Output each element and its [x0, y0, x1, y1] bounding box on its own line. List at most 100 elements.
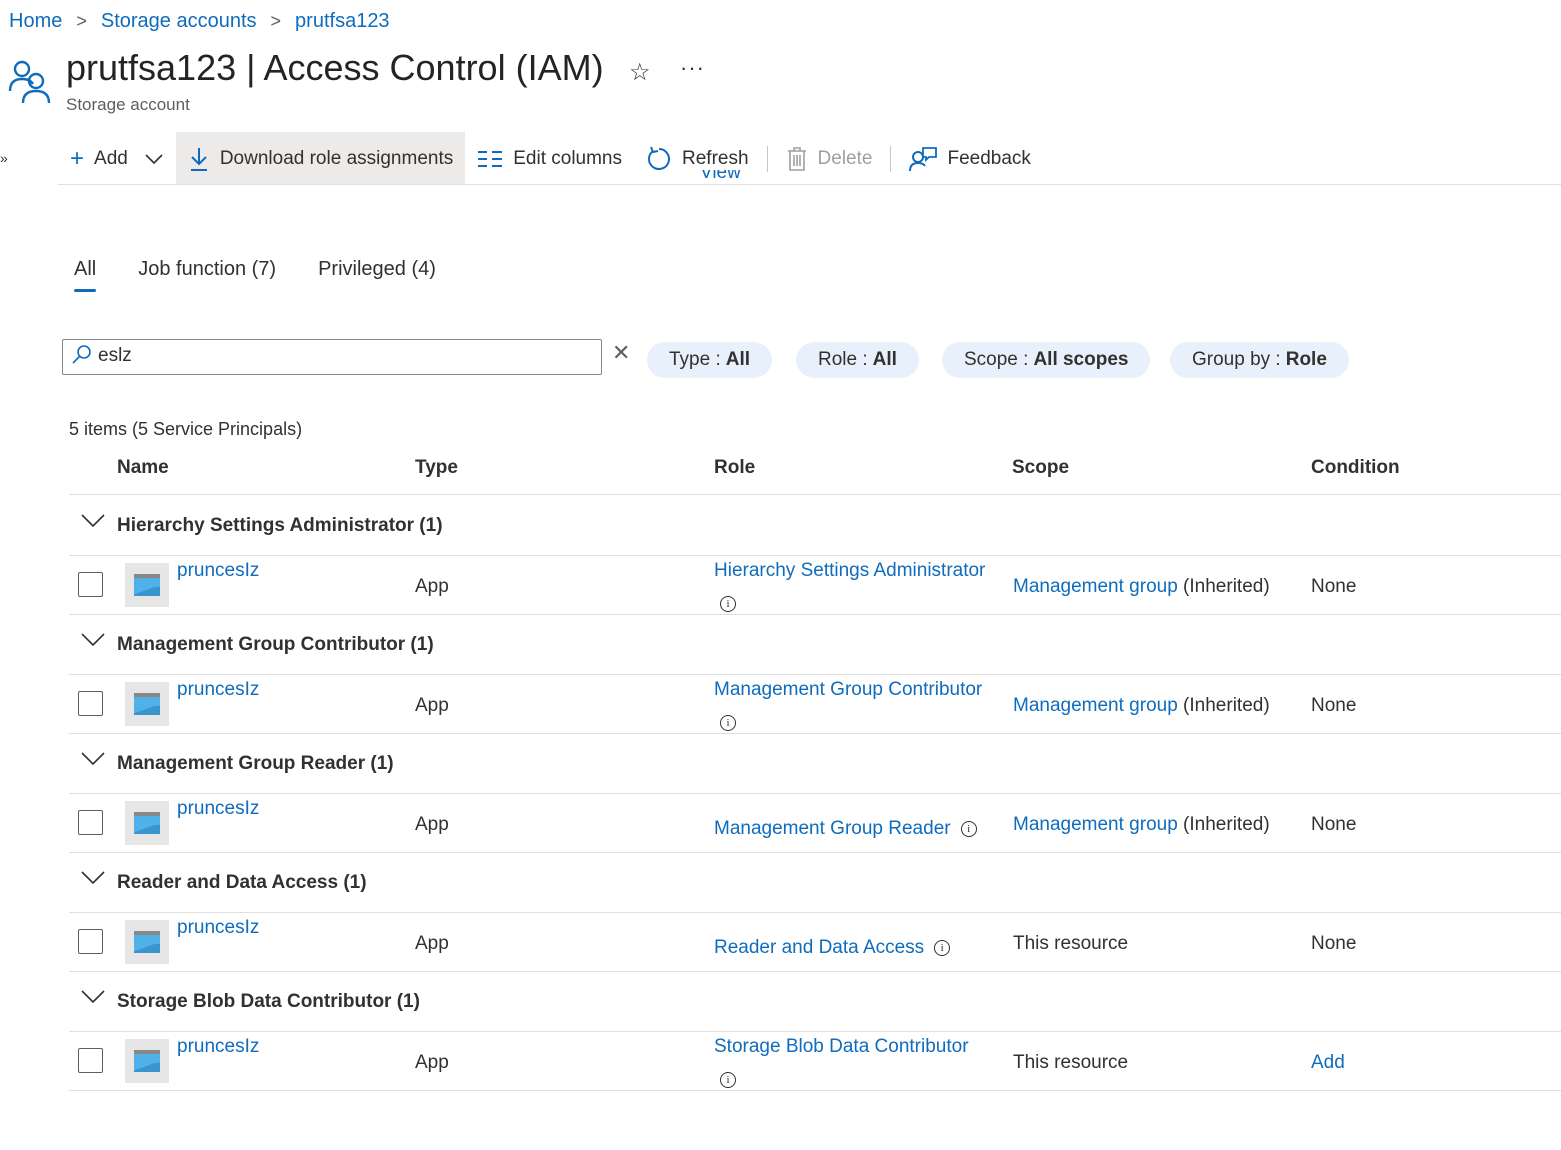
group-label: Storage Blob Data Contributor (1) — [117, 991, 420, 1012]
info-icon[interactable]: i — [720, 1072, 736, 1088]
toolbar-divider — [58, 184, 1561, 185]
chevron-down-icon[interactable] — [81, 866, 105, 890]
type-cell: App — [415, 933, 449, 954]
principal-name-link[interactable]: pruncesIz — [177, 679, 259, 701]
row-checkbox[interactable] — [78, 1048, 103, 1073]
add-condition-link[interactable]: Add — [1311, 1052, 1345, 1074]
row-checkbox[interactable] — [78, 929, 103, 954]
info-icon[interactable]: i — [934, 940, 951, 956]
delete-label: Delete — [817, 147, 873, 169]
principal-name-link[interactable]: pruncesIz — [177, 560, 259, 582]
group-header: Management Group Contributor (1) — [69, 616, 1561, 674]
ellipsis-icon[interactable]: ··· — [680, 55, 705, 81]
tab-job-function[interactable]: Job function (7) — [138, 258, 276, 291]
filter-role-key: Role — [818, 349, 858, 370]
info-icon[interactable]: i — [960, 821, 977, 837]
scope-cell: Management group (Inherited) — [1013, 814, 1270, 836]
group-label: Hierarchy Settings Administrator (1) — [117, 515, 443, 536]
page-title: prutfsa123 | Access Control (IAM) — [66, 47, 604, 88]
scope-suffix: (Inherited) — [1177, 576, 1270, 597]
app-icon — [125, 682, 169, 726]
type-cell: App — [415, 1052, 449, 1073]
breadcrumb-storage-accounts[interactable]: Storage accounts — [101, 10, 257, 33]
users-icon — [8, 60, 51, 104]
header-divider — [69, 494, 1561, 495]
clear-search-icon[interactable]: ✕ — [612, 340, 630, 366]
scope-cell: Management group (Inherited) — [1013, 695, 1270, 717]
edit-columns-button[interactable]: Edit columns — [465, 132, 634, 185]
filter-type[interactable]: Type : All — [647, 342, 773, 378]
info-icon[interactable]: i — [720, 596, 736, 612]
app-icon — [125, 563, 169, 607]
column-header-condition[interactable]: Condition — [1311, 457, 1400, 479]
principal-name-link[interactable]: pruncesIz — [177, 917, 259, 939]
items-count: 5 items (5 Service Principals) — [69, 419, 303, 439]
scope-suffix: (Inherited) — [1177, 814, 1270, 835]
role-link[interactable]: Management Group Reader — [714, 818, 951, 840]
filter-group-by-key: Group by — [1192, 349, 1271, 370]
breadcrumb-home[interactable]: Home — [9, 10, 62, 33]
star-icon[interactable]: ☆ — [629, 58, 651, 87]
filter-scope-value: All scopes — [1033, 349, 1129, 370]
row-checkbox[interactable] — [78, 810, 103, 835]
column-header-name[interactable]: Name — [117, 457, 169, 479]
role-link[interactable]: Storage Blob Data Contributor — [714, 1036, 969, 1057]
principal-name-link[interactable]: pruncesIz — [177, 1036, 259, 1058]
chevron-down-icon[interactable] — [81, 628, 105, 652]
row-checkbox[interactable] — [78, 572, 103, 597]
view-assignments-link[interactable]: View assignments — [700, 170, 852, 184]
filter-scope[interactable]: Scope : All scopes — [942, 342, 1151, 378]
feedback-icon — [909, 146, 938, 171]
filter-type-key: Type — [669, 349, 711, 370]
scope-link[interactable]: Management group — [1013, 695, 1178, 716]
principal-name-link[interactable]: pruncesIz — [177, 798, 259, 820]
chevron-down-icon[interactable] — [81, 747, 105, 771]
column-header-role[interactable]: Role — [714, 457, 755, 479]
scope-link[interactable]: Management group — [1013, 814, 1178, 835]
download-role-assignments-button[interactable]: Download role assignments — [175, 132, 466, 185]
toolbar-separator — [766, 145, 768, 172]
column-header-type[interactable]: Type — [415, 457, 458, 479]
filter-role-value: All — [872, 349, 897, 370]
column-header-scope[interactable]: Scope — [1012, 457, 1069, 479]
row-checkbox[interactable] — [78, 691, 103, 716]
group-label: Management Group Reader (1) — [117, 753, 394, 774]
edit-columns-label: Edit columns — [513, 147, 623, 169]
chevron-down-icon[interactable] — [81, 985, 105, 1009]
add-button[interactable]: + Add — [58, 132, 176, 185]
group-label: Reader and Data Access (1) — [117, 872, 367, 893]
tab-all[interactable]: All — [74, 258, 97, 292]
type-cell: App — [415, 695, 449, 716]
role-cell: Management Group Reader i — [714, 818, 999, 840]
role-link[interactable]: Management Group Contributor — [714, 679, 982, 700]
app-icon — [125, 801, 169, 845]
expand-sidebar-icon[interactable]: » — [0, 150, 8, 166]
row-divider — [69, 852, 1561, 853]
group-header: Management Group Reader (1) — [69, 735, 1561, 793]
role-link[interactable]: Reader and Data Access — [714, 937, 924, 959]
feedback-button[interactable]: Feedback — [897, 132, 1042, 185]
breadcrumb-storage-account[interactable]: prutfsa123 — [295, 10, 390, 33]
search-input[interactable] — [98, 342, 588, 370]
search-icon — [72, 345, 91, 364]
filter-group-by-value: Role — [1285, 349, 1327, 370]
table-row: pruncesIz App Management Group Reader i … — [69, 794, 1561, 852]
download-icon — [190, 147, 207, 171]
columns-icon — [478, 150, 503, 167]
type-cell: App — [415, 814, 449, 835]
toolbar-separator — [890, 145, 892, 172]
role-cell: Hierarchy Settings Administrator i — [714, 560, 999, 612]
role-cell: Reader and Data Access i — [714, 937, 999, 959]
group-header: Storage Blob Data Contributor (1) — [69, 973, 1561, 1031]
group-header: Reader and Data Access (1) — [69, 854, 1561, 912]
row-divider — [69, 614, 1561, 615]
filter-group-by[interactable]: Group by : Role — [1170, 342, 1349, 378]
tab-privileged[interactable]: Privileged (4) — [318, 258, 436, 291]
app-icon — [125, 1039, 169, 1083]
info-icon[interactable]: i — [720, 715, 736, 731]
tab-strip: All Job function (7) Privileged (4) — [74, 258, 436, 292]
role-link[interactable]: Hierarchy Settings Administrator — [714, 560, 985, 581]
chevron-down-icon[interactable] — [81, 509, 105, 533]
scope-link[interactable]: Management group — [1013, 576, 1178, 597]
filter-role[interactable]: Role : All — [796, 342, 919, 378]
